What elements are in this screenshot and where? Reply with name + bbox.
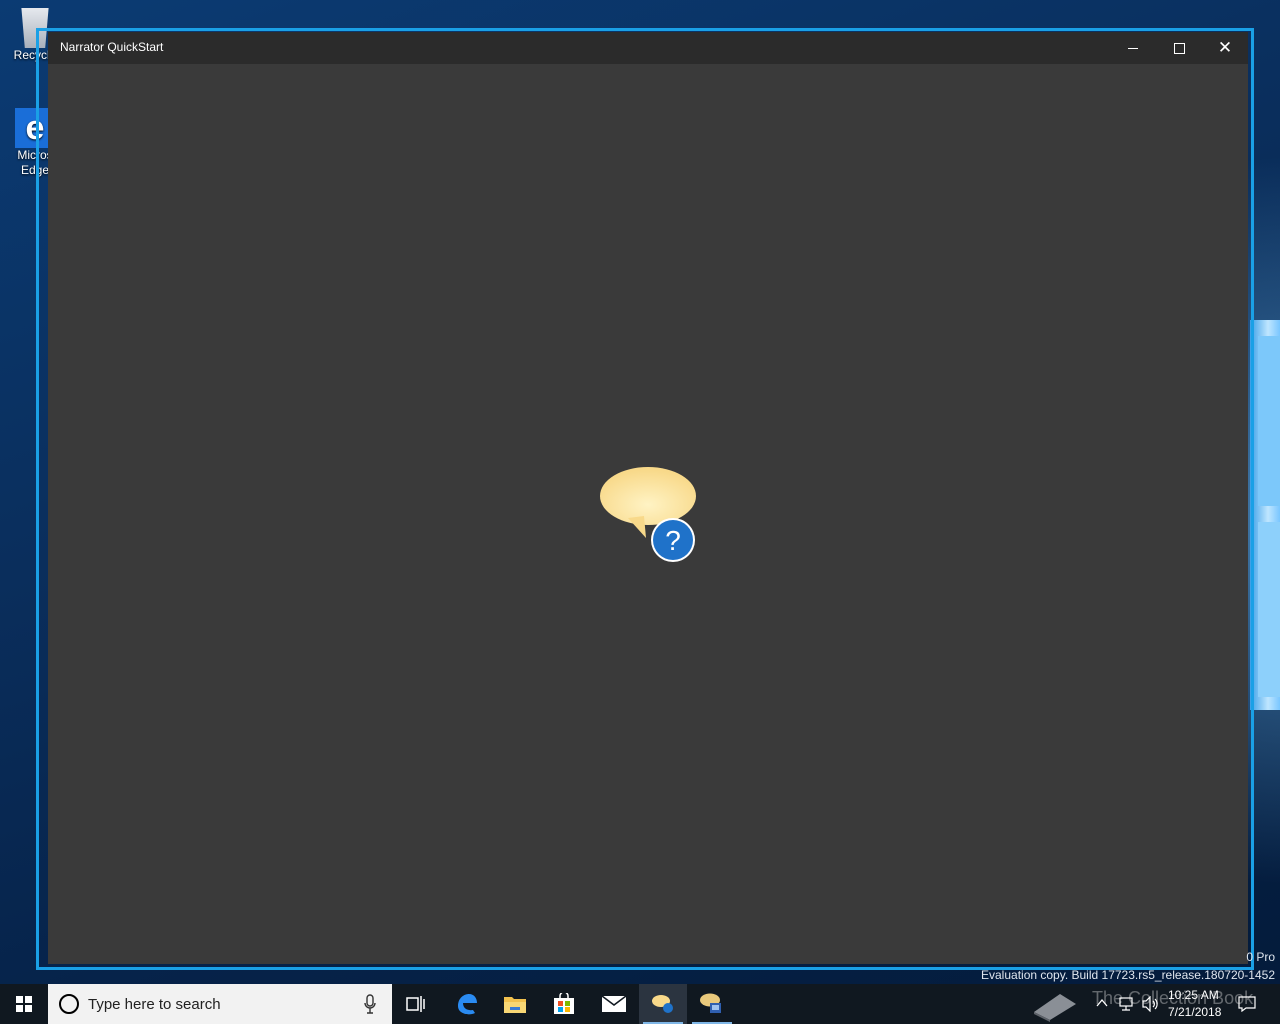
minimize-icon bbox=[1128, 47, 1138, 49]
clock-date[interactable]: 7/21/2018 bbox=[1168, 1005, 1221, 1019]
svg-text:?: ? bbox=[665, 525, 681, 556]
window-title: Narrator QuickStart bbox=[60, 40, 164, 54]
network-icon[interactable] bbox=[1118, 996, 1134, 1012]
task-view-button[interactable] bbox=[392, 984, 440, 1024]
chevron-up-icon[interactable] bbox=[1096, 998, 1108, 1008]
wallpaper-pane bbox=[1258, 336, 1280, 506]
windows-edition-watermark: 0 Pro bbox=[1246, 950, 1275, 964]
cortana-circle-icon bbox=[59, 994, 79, 1014]
maximize-icon bbox=[1173, 42, 1185, 54]
taskbar-mail-button[interactable] bbox=[590, 984, 638, 1024]
wallpaper-pane bbox=[1258, 522, 1280, 697]
title-bar[interactable]: Narrator QuickStart ✕ bbox=[48, 32, 1248, 64]
microphone-icon[interactable] bbox=[364, 994, 376, 1014]
mail-icon bbox=[601, 995, 627, 1012]
taskbar-search-box[interactable]: Type here to search bbox=[48, 984, 392, 1024]
taskbar-narrator-button[interactable] bbox=[639, 984, 687, 1024]
build-watermark: Evaluation copy. Build 17723.rs5_release… bbox=[981, 968, 1275, 982]
action-center-icon[interactable] bbox=[1238, 996, 1256, 1012]
taskbar-file-explorer-button[interactable] bbox=[491, 984, 539, 1024]
narrator-settings-icon bbox=[700, 993, 721, 1013]
minimize-button[interactable] bbox=[1110, 32, 1156, 64]
edge-icon bbox=[458, 994, 477, 1015]
windows-logo-icon bbox=[16, 996, 32, 1012]
clock-time[interactable]: 10:25 AM bbox=[1168, 988, 1219, 1002]
taskbar-store-button[interactable] bbox=[540, 984, 588, 1024]
close-button[interactable]: ✕ bbox=[1202, 32, 1248, 64]
narrator-icon bbox=[652, 995, 673, 1013]
file-explorer-icon bbox=[504, 997, 526, 1013]
narrator-speech-bubble-icon: ? bbox=[600, 467, 696, 562]
taskbar-edge-button[interactable] bbox=[443, 984, 491, 1024]
maximize-button[interactable] bbox=[1156, 32, 1202, 64]
taskbar-narrator-settings-button[interactable] bbox=[688, 984, 736, 1024]
taskbar: Type here to search The Collection Book … bbox=[0, 984, 1280, 1024]
volume-icon[interactable] bbox=[1142, 996, 1160, 1012]
book-watermark-icon bbox=[1034, 994, 1076, 1022]
narrator-quickstart-window: Narrator QuickStart ✕ ? bbox=[48, 32, 1248, 964]
task-view-icon bbox=[406, 996, 425, 1012]
start-button[interactable] bbox=[0, 984, 48, 1024]
search-placeholder: Type here to search bbox=[88, 996, 221, 1013]
close-icon: ✕ bbox=[1217, 37, 1233, 58]
store-icon bbox=[554, 993, 574, 1014]
